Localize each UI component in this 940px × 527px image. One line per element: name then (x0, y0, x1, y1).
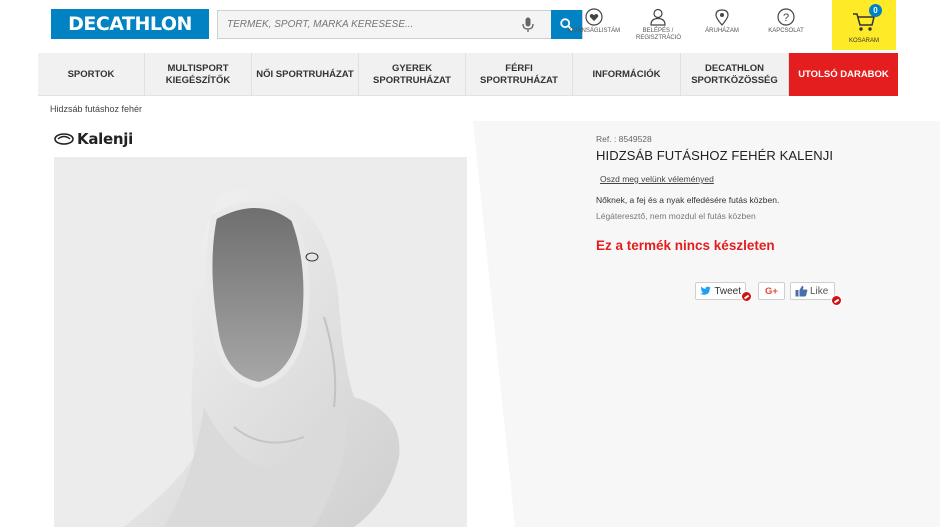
kalenji-brand-logo[interactable]: Kalenji (54, 129, 133, 149)
review-link[interactable]: Oszd meg velünk véleményed (600, 174, 714, 184)
product-feature: Légáteresztő, nem mozdul el futás közben (596, 211, 756, 221)
cart-count-badge: 0 (869, 4, 882, 17)
product-image[interactable] (54, 157, 467, 527)
user-icon (650, 8, 666, 26)
out-of-stock-message: Ez a termék nincs készleten (596, 238, 775, 253)
wishlist-label: KÍVÁNSÁGLISTÁM (567, 28, 621, 34)
cart-label: KOSARAM (848, 38, 879, 44)
nav-item-utolso-darabok[interactable]: UTOLSÓ DARABOK (789, 53, 898, 96)
nav-item-ferfi[interactable]: FÉRFI SPORTRUHÁZAT (466, 53, 573, 96)
like-label: Like (810, 285, 829, 297)
twitter-bird-icon (700, 286, 711, 295)
kalenji-logo-icon (54, 133, 74, 145)
product-title: HIDZSÁB FUTÁSHOZ FEHÉR KALENJI (596, 148, 834, 163)
cart-button[interactable]: 0 KOSARAM (832, 0, 896, 50)
wishlist-link[interactable]: KÍVÁNSÁGLISTÁM (564, 8, 624, 35)
store-link[interactable]: ÁRUHÁZAM (692, 8, 752, 35)
nav-item-sportok[interactable]: SPORTOK (38, 53, 145, 96)
svg-text:?: ? (783, 12, 789, 24)
product-reference: Ref. : 8549528 (596, 134, 652, 144)
contact-link[interactable]: ? KAPCSOLAT (756, 8, 816, 35)
main-nav: SPORTOK MULTISPORT KIEGÉSZÍTŐK NŐI SPORT… (38, 53, 898, 96)
tweet-button[interactable]: Tweet (695, 282, 746, 300)
blocked-icon (831, 295, 842, 306)
blocked-icon (741, 291, 752, 302)
nav-item-multisport[interactable]: MULTISPORT KIEGÉSZÍTŐK (145, 53, 252, 96)
help-icon: ? (777, 8, 795, 26)
heart-icon (585, 8, 603, 26)
login-label: BELÉPÉS / REGISZTRÁCIÓ (636, 28, 682, 41)
thumbs-up-icon (795, 285, 808, 297)
facebook-like-button[interactable]: Like (790, 282, 835, 300)
nav-item-noi[interactable]: NŐI SPORTRUHÁZAT (252, 53, 359, 96)
breadcrumb[interactable]: Hidzsáb futáshoz fehér (50, 104, 142, 114)
brand-name: Kalenji (77, 130, 133, 148)
location-pin-icon (715, 9, 729, 26)
site-header: DECATHLON KÍVÁNSÁGLISTÁM BELÉPÉS / REGIS… (38, 0, 898, 50)
tweet-label: Tweet (714, 285, 741, 297)
login-link[interactable]: BELÉPÉS / REGISZTRÁCIÓ (628, 8, 688, 42)
gplus-label: G+ (765, 285, 778, 297)
search-input[interactable] (218, 11, 514, 38)
product-description: Nőknek, a fej és a nyak elfedésére futás… (596, 195, 780, 205)
contact-label: KAPCSOLAT (768, 28, 804, 34)
microphone-icon[interactable] (522, 17, 534, 33)
store-label: ÁRUHÁZAM (705, 28, 739, 34)
nav-item-gyerek[interactable]: GYEREK SPORTRUHÁZAT (359, 53, 466, 96)
nav-item-informaciok[interactable]: INFORMÁCIÓK (573, 53, 681, 96)
google-plus-button[interactable]: G+ (758, 282, 785, 300)
nav-item-sportkozosseg[interactable]: DECATHLON SPORTKÖZÖSSÉG (681, 53, 789, 96)
decathlon-logo[interactable]: DECATHLON (51, 9, 209, 39)
search-bar (217, 10, 583, 39)
hijab-illustration (124, 188, 400, 527)
